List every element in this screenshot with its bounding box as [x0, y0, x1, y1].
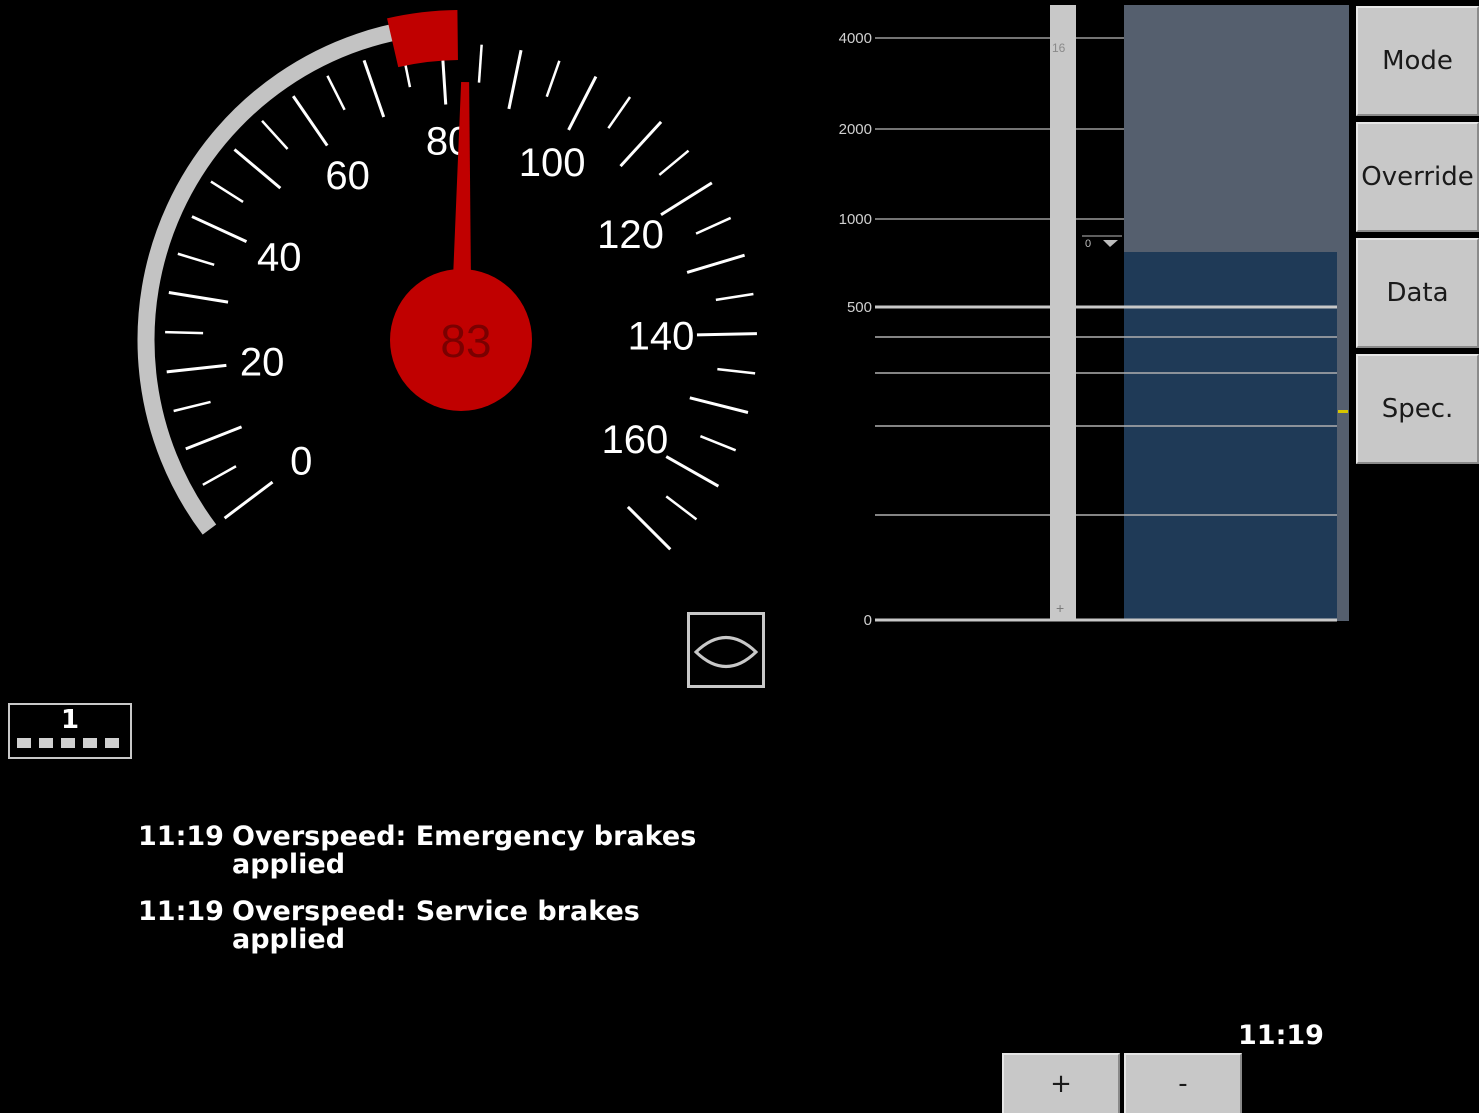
distance-label: 4000 [839, 30, 872, 47]
speed-tick-label: 60 [325, 154, 370, 198]
speed-tick-label: 100 [519, 141, 586, 185]
message-item: 11:19 Overspeed: Service brakes applied [138, 898, 838, 954]
speed-tick-label: 120 [597, 213, 664, 257]
speed-tick-label: 0 [290, 439, 312, 483]
level-indicator: 1 [8, 703, 132, 759]
spec-button[interactable]: Spec. [1356, 354, 1479, 464]
speed-tick [665, 455, 720, 488]
level-dot [83, 738, 97, 748]
speed-tick [715, 292, 754, 302]
speed-tick [233, 148, 282, 190]
message-list: 11:19 Overspeed: Emergency brakes applie… [138, 823, 838, 973]
zoom-out-button[interactable]: - [1124, 1053, 1242, 1113]
speed-tick [165, 330, 204, 335]
level-dot [39, 738, 53, 748]
message-time: 11:19 [138, 821, 224, 852]
level-dot [105, 738, 119, 748]
zoom-in-button[interactable]: + [1002, 1053, 1120, 1113]
distance-label: 0 [864, 612, 872, 629]
message-text: Overspeed: Emergency brakes applied [232, 821, 697, 880]
speed-tick [362, 59, 386, 118]
gradient-arrow-icon [1103, 240, 1118, 247]
speed-tick [177, 252, 215, 267]
mode-button[interactable]: Mode [1356, 6, 1479, 116]
speed-tick [665, 495, 698, 521]
distance-label: 500 [847, 299, 872, 316]
current-speed-digital: 83 [440, 315, 491, 367]
distance-labels: 4000 2000 1000 500 0 [839, 30, 872, 629]
level-dots [17, 738, 127, 748]
level-dot [17, 738, 31, 748]
speed-tick-label: 20 [240, 341, 285, 385]
speed-tick [507, 49, 523, 110]
speed-tick [695, 216, 732, 235]
gradient-plus: + [1056, 600, 1064, 616]
speed-tick [291, 95, 329, 147]
distance-label: 2000 [839, 121, 872, 138]
speed-tick [660, 181, 713, 217]
speed-tick [717, 367, 756, 375]
level-dot [61, 738, 75, 748]
speed-tick [210, 180, 244, 203]
speed-tick [567, 75, 598, 131]
overspeed-arc [387, 10, 459, 68]
speed-tick [686, 253, 746, 274]
speed-tick [173, 400, 211, 413]
planning-area: 16 + 0 4000 2000 1000 500 0 [839, 5, 1349, 629]
speed-tick [699, 434, 737, 452]
speed-tick [261, 120, 289, 150]
override-button[interactable]: Override [1356, 122, 1479, 232]
speed-tick [689, 396, 749, 414]
speed-indicator-mark [1338, 410, 1348, 413]
speed-tick [696, 332, 757, 337]
speed-tick [626, 505, 672, 551]
distance-label: 1000 [839, 211, 872, 228]
target-speed-marker: 16 [1052, 41, 1066, 55]
message-item: 11:19 Overspeed: Emergency brakes applie… [138, 823, 838, 879]
level-label: 1 [60, 705, 80, 735]
message-time: 11:19 [138, 896, 224, 927]
message-text: Overspeed: Service brakes applied [232, 896, 640, 955]
gradient-value-marker: 0 [1082, 235, 1122, 250]
speed-tick-label: 140 [628, 315, 695, 359]
speed-tick [166, 363, 227, 374]
speed-tick [477, 44, 483, 83]
speed-tick [619, 120, 663, 168]
speed-needle [452, 81, 471, 281]
speed-tick [658, 149, 690, 176]
speed-tick [326, 75, 346, 111]
speed-tick-label: 40 [257, 236, 302, 280]
full-supervision-mode-icon [687, 612, 765, 688]
clock: 11:19 [1238, 1020, 1324, 1051]
speed-tick [545, 60, 561, 98]
data-button[interactable]: Data [1356, 238, 1479, 348]
speed-tick [191, 215, 248, 243]
speed-tick [168, 291, 229, 304]
gradient-track [1050, 5, 1076, 621]
speed-tick [185, 425, 243, 451]
speedometer: 020406080 100120140160 83 [137, 10, 757, 551]
speed-tick [607, 96, 632, 129]
speed-tick [223, 480, 274, 520]
speed-tick [202, 465, 237, 486]
svg-text:0: 0 [1085, 238, 1091, 250]
speed-tick-label: 160 [602, 418, 669, 462]
